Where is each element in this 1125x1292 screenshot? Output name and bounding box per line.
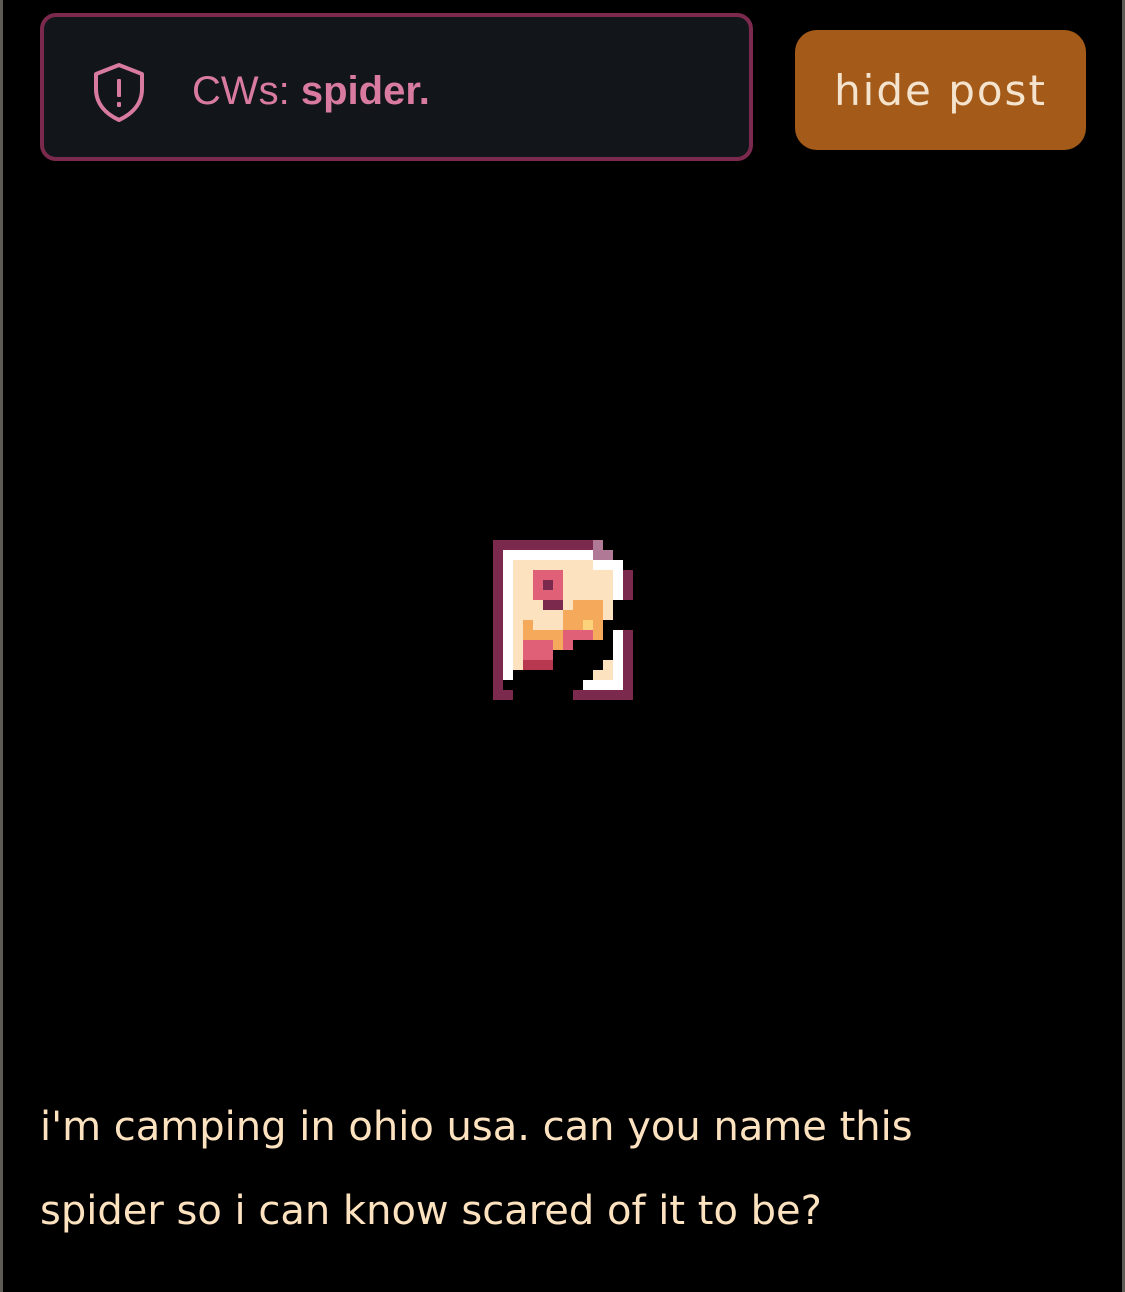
content-warning-banner[interactable]: CWs: spider. [40,13,753,161]
content-warning-text: CWs: spider. [192,67,430,115]
post-body-line: spider so i can know scared of it to be? [40,1188,822,1234]
post-body: i'm camping in ohio usa. can you name th… [40,1085,1080,1253]
post-body-line: i'm camping in ohio usa. can you name th… [40,1104,913,1150]
hide-post-button[interactable]: hide post [795,30,1086,150]
content-warning-value: spider. [300,69,430,113]
shield-alert-icon [94,63,144,122]
content-warning-label: CWs: [192,69,301,113]
frame-border-left [0,0,3,1292]
broken-image-icon[interactable] [493,540,633,700]
